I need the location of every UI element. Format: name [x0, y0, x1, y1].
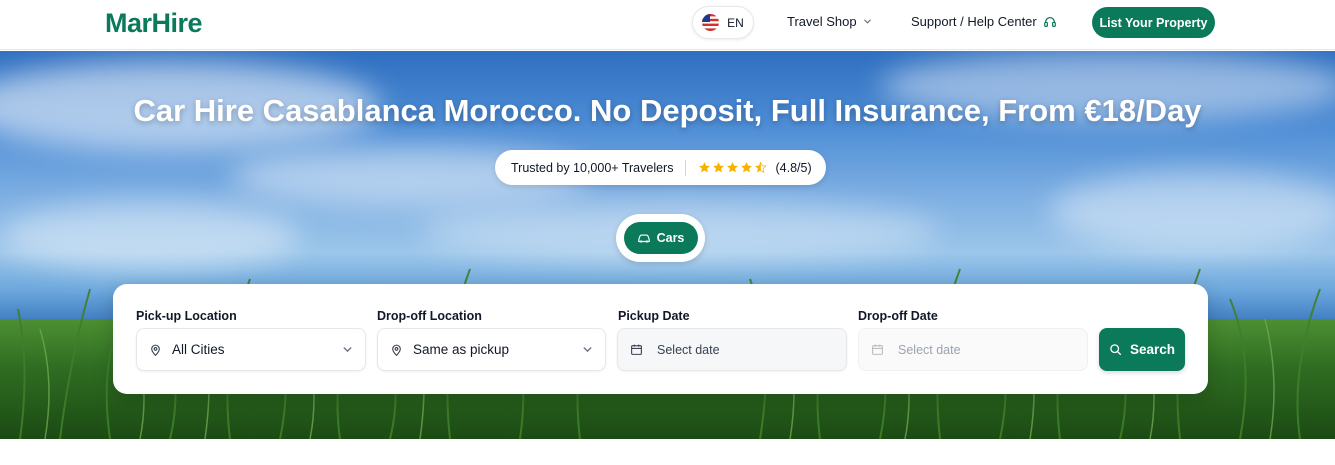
nav-support[interactable]: Support / Help Center: [911, 14, 1057, 29]
pickup-location-select[interactable]: All Cities: [136, 328, 366, 371]
tab-cars[interactable]: Cars: [623, 222, 698, 254]
calendar-icon: [872, 344, 883, 355]
trust-badge: Trusted by 10,000+ Travelers (4.8/5): [495, 150, 826, 185]
pickup-date-placeholder: Select date: [657, 342, 720, 357]
logo-text: MarHire: [105, 7, 203, 38]
tab-cars-label: Cars: [656, 231, 685, 245]
pickup-location-value: All Cities: [172, 342, 225, 357]
hero-section: Car Hire Casablanca Morocco. No Deposit,…: [0, 51, 1335, 439]
nav-support-label: Support / Help Center: [911, 14, 1037, 29]
map-pin-icon: [392, 344, 401, 356]
star-icon: [699, 162, 711, 173]
language-code: EN: [727, 15, 744, 30]
dropoff-location-select[interactable]: Same as pickup: [377, 328, 606, 371]
headset-icon: [1043, 16, 1056, 27]
pickup-location-label: Pick-up Location: [136, 309, 237, 323]
trust-text: Trusted by 10,000+ Travelers: [511, 160, 674, 175]
chevron-down-icon: [583, 347, 592, 353]
us-flag-icon: [702, 14, 720, 31]
dropoff-date-placeholder: Select date: [898, 342, 961, 357]
map-pin-icon: [151, 344, 160, 356]
logo[interactable]: MarHire: [105, 6, 203, 40]
star-icon: [727, 162, 739, 173]
search-button-label: Search: [1129, 342, 1176, 357]
nav-travel-shop[interactable]: Travel Shop: [787, 14, 872, 29]
nav-travel-shop-label: Travel Shop: [787, 14, 857, 29]
list-your-property-button[interactable]: List Your Property: [1092, 7, 1215, 38]
search-icon: [1110, 344, 1122, 356]
chevron-down-icon: [343, 347, 352, 353]
language-selector[interactable]: EN: [692, 6, 754, 39]
star-icon: [741, 162, 753, 173]
calendar-icon: [631, 344, 642, 355]
dropoff-date-label: Drop-off Date: [858, 309, 938, 323]
pickup-date-input[interactable]: Select date: [617, 328, 847, 371]
hero-title: Car Hire Casablanca Morocco. No Deposit,…: [133, 93, 1202, 128]
pickup-date-label: Pickup Date: [618, 309, 690, 323]
search-form: Pick-up Location All Cities Drop-off Loc…: [113, 284, 1208, 394]
rating-stars: [698, 161, 768, 174]
rating-text: (4.8/5): [775, 160, 812, 175]
search-button[interactable]: Search: [1099, 328, 1185, 371]
category-tabs: Cars: [616, 214, 705, 262]
site-header: MarHire EN Travel Shop Support / Help Ce…: [0, 0, 1335, 50]
chevron-down-icon: [863, 19, 871, 24]
star-icon: [713, 162, 725, 173]
divider: [685, 159, 687, 176]
dropoff-location-value: Same as pickup: [413, 342, 510, 357]
dropoff-date-input[interactable]: Select date: [858, 328, 1088, 371]
half-star-icon: [755, 161, 768, 174]
car-icon: [637, 234, 650, 243]
dropoff-location-label: Drop-off Location: [377, 309, 482, 323]
